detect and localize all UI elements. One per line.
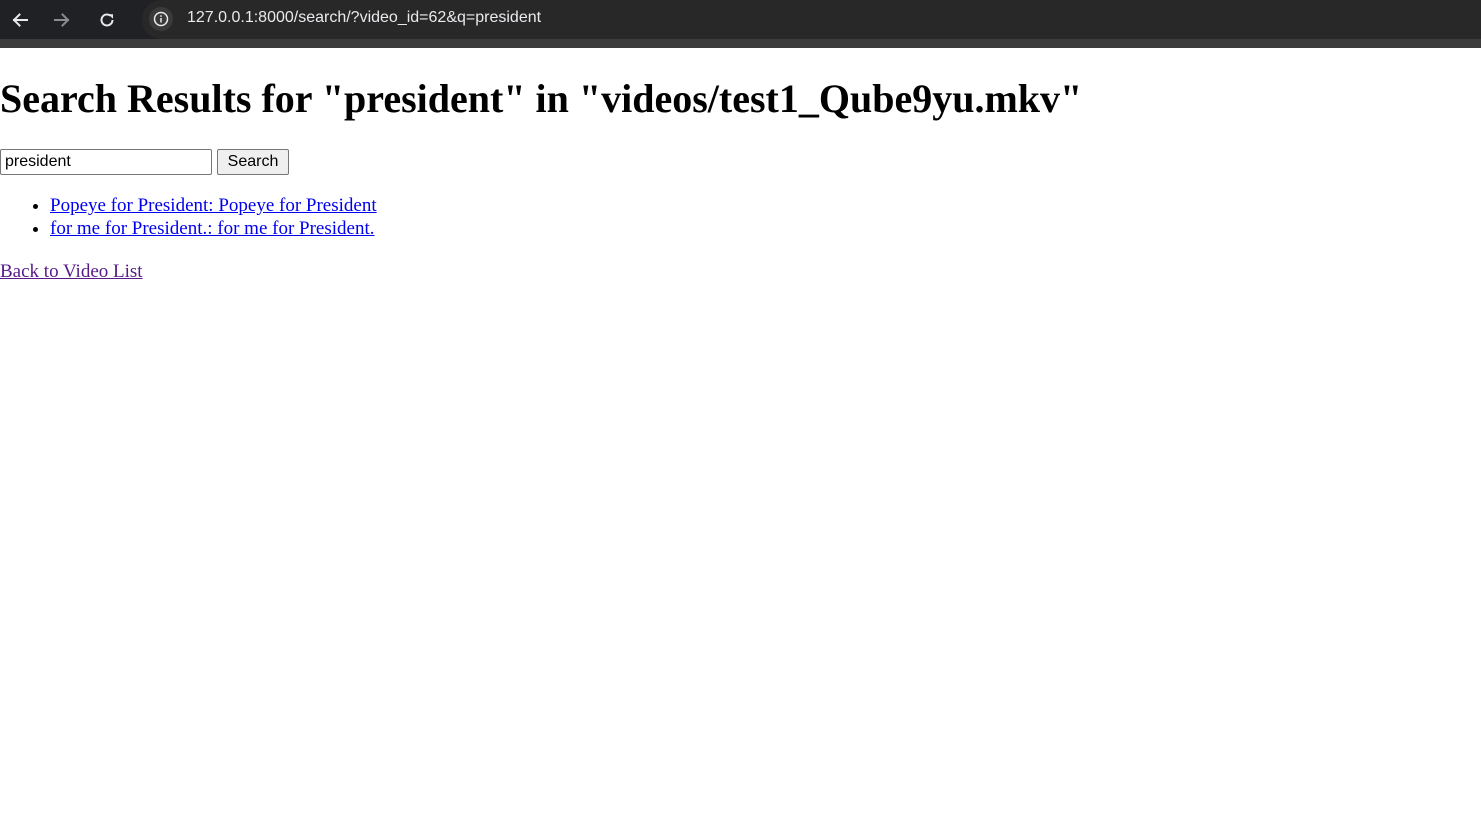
back-button[interactable] [0,0,40,39]
search-button[interactable]: Search [217,149,289,175]
page-title: Search Results for "president" in "video… [0,76,1083,121]
list-item: Popeye for President: Popeye for Preside… [50,194,377,217]
list-item: for me for President.: for me for Presid… [50,217,377,240]
browser-toolbar-divider [0,39,1481,48]
arrow-right-icon [53,11,71,29]
browser-toolbar: 127.0.0.1:8000/search/?video_id=62&q=pre… [0,0,1481,39]
forward-button[interactable] [42,0,82,39]
info-icon[interactable] [149,7,173,31]
search-input[interactable] [0,149,212,175]
result-link[interactable]: for me for President.: for me for Presid… [50,218,375,239]
search-results-list: Popeye for President: Popeye for Preside… [0,194,377,240]
page-content: Search Results for "president" in "video… [0,48,1481,819]
arrow-left-icon [11,11,29,29]
reload-button[interactable] [87,0,127,39]
url-text[interactable]: 127.0.0.1:8000/search/?video_id=62&q=pre… [187,9,541,27]
result-link[interactable]: Popeye for President: Popeye for Preside… [50,195,377,216]
back-to-video-list-link[interactable]: Back to Video List [0,260,143,283]
reload-icon [98,11,116,29]
